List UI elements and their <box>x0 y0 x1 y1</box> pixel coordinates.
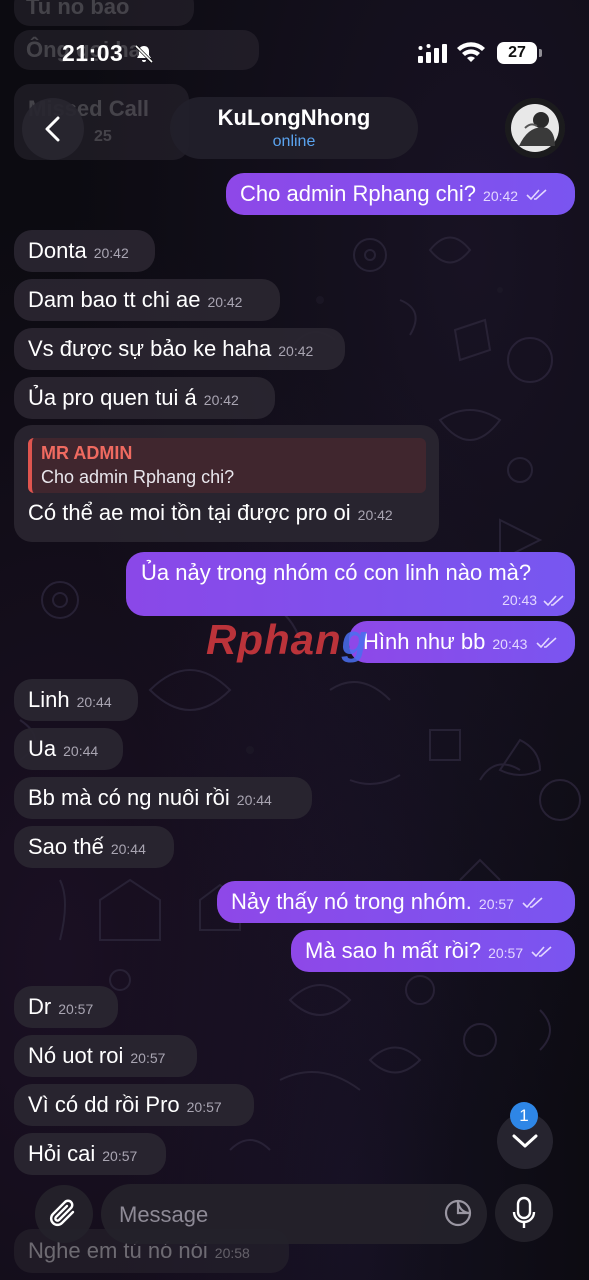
message-time: 20:44 <box>236 792 272 808</box>
watermark-text-blue: g <box>341 616 369 663</box>
message-time: 20:42 <box>357 507 393 523</box>
contact-status: online <box>272 133 316 150</box>
message-time: 20:57 <box>488 945 524 961</box>
message-incoming[interactable]: Dr 20:57 <box>14 986 118 1028</box>
bell-off-icon <box>134 44 154 64</box>
attach-button[interactable] <box>35 1185 93 1243</box>
message-incoming[interactable]: Sao thế 20:44 <box>14 826 174 868</box>
message-incoming[interactable]: Nó uot roi 20:57 <box>14 1035 197 1077</box>
sticker-icon[interactable] <box>443 1198 473 1228</box>
microphone-button[interactable] <box>495 1184 553 1242</box>
read-receipt-icon <box>526 189 547 201</box>
message-time: 20:43 <box>492 636 528 652</box>
quoted-author: MR ADMIN <box>41 443 133 463</box>
read-receipt-icon <box>535 637 557 649</box>
message-incoming[interactable]: Ủa pro quen tui á 20:42 <box>14 377 275 419</box>
message-outgoing[interactable]: Ủa nảy trong nhóm có con linh nào mà? 20… <box>126 552 575 616</box>
message-outgoing[interactable]: Hình như bb 20:43 <box>349 621 575 663</box>
message-text: Nó uot roi <box>28 1043 124 1068</box>
message-time: 20:42 <box>278 343 314 359</box>
status-time: 21:03 <box>62 40 124 66</box>
message-time: 20:57 <box>186 1099 222 1115</box>
message-text: Có thể ae moi tồn tại được pro oi <box>28 500 351 525</box>
message-time: 20:57 <box>130 1050 166 1066</box>
message-text: Hỏi cai <box>28 1141 96 1166</box>
cellular-signal-icon <box>418 44 447 63</box>
avatar[interactable] <box>505 98 565 158</box>
missed-call-duration: 25 <box>94 128 112 145</box>
message-text: Nảy thấy nó trong nhóm. <box>231 889 472 914</box>
message-incoming-reply[interactable]: MR ADMIN Cho admin Rphang chi? Có thể ae… <box>14 425 439 542</box>
message-time: 20:57 <box>102 1148 138 1164</box>
watermark-logo: Rphang <box>206 616 368 664</box>
message-text: Dam bao tt chi ae <box>28 287 201 312</box>
battery-cap <box>539 49 542 57</box>
chevron-left-icon <box>45 116 60 142</box>
message-text: Vs được sự bảo ke haha <box>28 336 272 361</box>
message-incoming[interactable]: Hỏi cai 20:57 <box>14 1133 166 1175</box>
message-text: Ua <box>28 736 57 761</box>
message-text: Hình như bb <box>363 629 486 654</box>
message-time: 20:57 <box>478 896 514 912</box>
message-body: Có thể ae moi tồn tại được pro oi 20:42 <box>28 500 393 526</box>
message-text: Bb mà có ng nuôi rồi <box>28 785 230 810</box>
message-incoming[interactable]: Dam bao tt chi ae 20:42 <box>14 279 280 321</box>
message-time: 20:58 <box>214 1245 250 1261</box>
wifi-icon <box>457 42 485 62</box>
battery-level: 27 <box>508 44 526 61</box>
message-time: 20:42 <box>207 294 243 310</box>
message-text: Ủa nảy trong nhóm có con linh nào mà? <box>141 560 532 585</box>
message-text: Vì có dd rồi Pro <box>28 1092 180 1117</box>
message-meta: 20:43 <box>502 592 565 608</box>
message-time: 20:42 <box>483 188 519 204</box>
unread-count-badge: 1 <box>510 1102 538 1130</box>
battery-indicator: 27 <box>497 42 537 64</box>
message-time: 20:57 <box>58 1001 94 1017</box>
message-time: 20:44 <box>63 743 99 759</box>
quoted-message[interactable]: MR ADMIN Cho admin Rphang chi? <box>28 438 426 493</box>
message-text: Ủa pro quen tui á <box>28 385 197 410</box>
message-input[interactable] <box>117 1184 431 1246</box>
message-input-container[interactable] <box>101 1184 487 1246</box>
watermark-text-red: Rphan <box>206 616 342 663</box>
message-incoming[interactable]: Donta 20:42 <box>14 230 155 272</box>
message-outgoing[interactable]: Mà sao h mất rồi? 20:57 <box>291 930 575 972</box>
message-incoming[interactable]: Linh 20:44 <box>14 679 138 721</box>
faded-previous-message: Tu no bao <box>14 0 194 26</box>
read-receipt-icon <box>543 595 564 607</box>
message-time: 20:43 <box>502 592 538 608</box>
message-text: Mà sao h mất rồi? <box>305 938 482 963</box>
back-button[interactable] <box>22 98 84 160</box>
message-incoming[interactable]: Vs được sự bảo ke haha 20:42 <box>14 328 345 370</box>
message-outgoing[interactable]: Nảy thấy nó trong nhóm. 20:57 <box>217 881 575 923</box>
chat-title[interactable]: KuLongNhong online <box>170 97 418 159</box>
message-text: Dr <box>28 994 52 1019</box>
read-receipt-icon <box>522 897 543 909</box>
microphone-icon <box>512 1196 536 1228</box>
quoted-text: Cho admin Rphang chi? <box>41 467 235 487</box>
message-incoming[interactable]: Ua 20:44 <box>14 728 123 770</box>
contact-name: KuLongNhong <box>217 105 371 130</box>
chevron-down-icon <box>512 1134 538 1148</box>
message-time: 20:42 <box>93 245 129 261</box>
message-time: 20:42 <box>203 392 239 408</box>
message-text: Linh <box>28 687 70 712</box>
message-text: Sao thế <box>28 834 104 859</box>
paperclip-icon <box>50 1199 75 1226</box>
message-incoming[interactable]: Vì có dd rồi Pro 20:57 <box>14 1084 254 1126</box>
message-outgoing[interactable]: Cho admin Rphang chi? 20:42 <box>226 173 575 215</box>
avatar-image <box>505 98 565 158</box>
message-text: Donta <box>28 238 87 263</box>
message-incoming[interactable]: Bb mà có ng nuôi rồi 20:44 <box>14 777 312 819</box>
message-time: 20:44 <box>110 841 146 857</box>
read-receipt-icon <box>531 946 552 958</box>
message-text: Cho admin Rphang chi? <box>240 181 477 206</box>
message-time: 20:44 <box>76 694 112 710</box>
